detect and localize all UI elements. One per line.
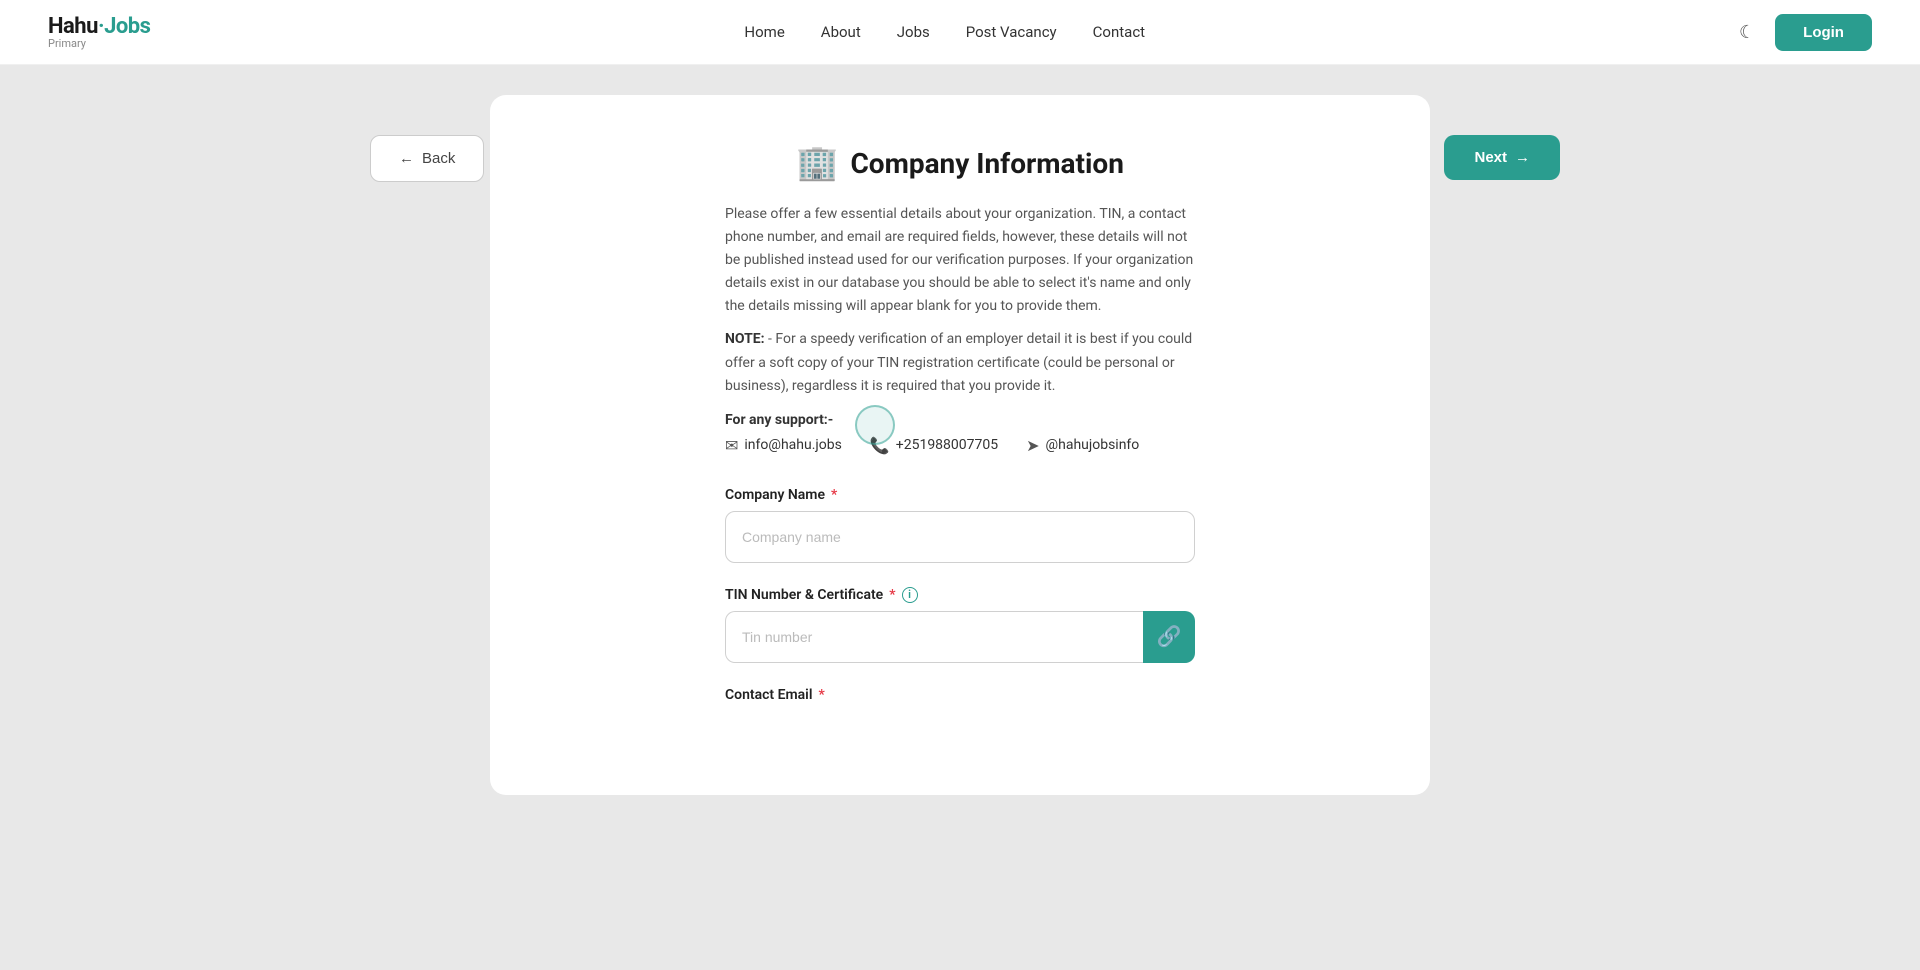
logo-sub: Primary <box>48 37 150 50</box>
contact-email-required: * <box>818 687 824 703</box>
company-name-label: Company Name * <box>725 487 1195 503</box>
contact-email-value: info@hahu.jobs <box>744 437 841 453</box>
contact-email-field-group: Contact Email * <box>725 687 1195 703</box>
dark-mode-toggle[interactable]: ☾ <box>1739 22 1755 43</box>
email-icon: ✉ <box>725 436 738 455</box>
logo-text: Hahu·Jobs <box>48 14 150 39</box>
description-block: Please offer a few essential details abo… <box>725 203 1195 455</box>
page-background: ← Back 🏢 Company Information Please offe… <box>0 65 1920 970</box>
company-name-label-text: Company Name <box>725 487 825 503</box>
form-title: Company Information <box>850 147 1123 180</box>
company-name-required: * <box>831 487 837 503</box>
back-label: Back <box>422 150 455 167</box>
arrow-right-icon: → <box>1515 149 1530 166</box>
arrow-left-icon: ← <box>399 150 414 167</box>
tin-input-row: 🔗 <box>725 611 1195 663</box>
support-label: For any support:- <box>725 412 1195 428</box>
nav-links: Home About Jobs Post Vacancy Contact <box>744 23 1145 41</box>
form-title-row: 🏢 Company Information <box>796 143 1124 183</box>
description-text: Please offer a few essential details abo… <box>725 206 1193 314</box>
card-wrapper: ← Back 🏢 Company Information Please offe… <box>490 95 1430 795</box>
next-button[interactable]: Next → <box>1444 135 1560 180</box>
company-name-input[interactable] <box>725 511 1195 563</box>
main-card: 🏢 Company Information Please offer a few… <box>490 95 1430 795</box>
tin-required: * <box>889 587 895 603</box>
contact-email-label-text: Contact Email <box>725 687 812 703</box>
form-section: Company Name * TIN Number & Certificate … <box>725 487 1195 703</box>
form-description: Please offer a few essential details abo… <box>725 203 1195 318</box>
tin-label: TIN Number & Certificate * i <box>725 587 1195 603</box>
nav-post-vacancy[interactable]: Post Vacancy <box>966 23 1057 41</box>
note-text: - For a speedy verification of an employ… <box>725 331 1192 393</box>
tin-number-input[interactable] <box>725 611 1143 663</box>
tin-field-group: TIN Number & Certificate * i 🔗 <box>725 587 1195 663</box>
nav-contact[interactable]: Contact <box>1093 23 1145 41</box>
back-button[interactable]: ← Back <box>370 135 484 182</box>
navbar: Hahu·Jobs Primary Home About Jobs Post V… <box>0 0 1920 65</box>
logo: Hahu·Jobs Primary <box>48 14 150 50</box>
paperclip-icon: 🔗 <box>1157 624 1182 649</box>
nav-home[interactable]: Home <box>744 23 784 41</box>
moon-icon: ☾ <box>1739 22 1755 43</box>
contact-phone-item: 📞 +251988007705 <box>870 436 998 455</box>
phone-icon: 📞 <box>870 436 890 455</box>
contact-telegram-item: ➤ @hahujobsinfo <box>1026 436 1139 455</box>
nav-about[interactable]: About <box>821 23 861 41</box>
contact-phone-value: +251988007705 <box>896 437 998 453</box>
attach-certificate-button[interactable]: 🔗 <box>1143 611 1195 663</box>
next-label: Next <box>1474 149 1507 166</box>
form-header: 🏢 Company Information Please offer a few… <box>550 143 1370 455</box>
note-prefix: NOTE: <box>725 331 765 347</box>
telegram-icon: ➤ <box>1026 436 1039 455</box>
contact-email-item: ✉ info@hahu.jobs <box>725 436 842 455</box>
company-name-field-group: Company Name * <box>725 487 1195 563</box>
nav-jobs[interactable]: Jobs <box>897 23 930 41</box>
tin-info-icon[interactable]: i <box>902 587 918 603</box>
contact-email-label: Contact Email * <box>725 687 1195 703</box>
tin-label-text: TIN Number & Certificate <box>725 587 883 603</box>
nav-right: ☾ Login <box>1739 14 1872 51</box>
form-note: NOTE: - For a speedy verification of an … <box>725 328 1195 397</box>
contact-row: ✉ info@hahu.jobs 📞 +251988007705 ➤ @hahu… <box>725 436 1195 455</box>
login-button[interactable]: Login <box>1775 14 1872 51</box>
contact-telegram-value: @hahujobsinfo <box>1046 437 1140 453</box>
building-icon: 🏢 <box>796 143 838 183</box>
